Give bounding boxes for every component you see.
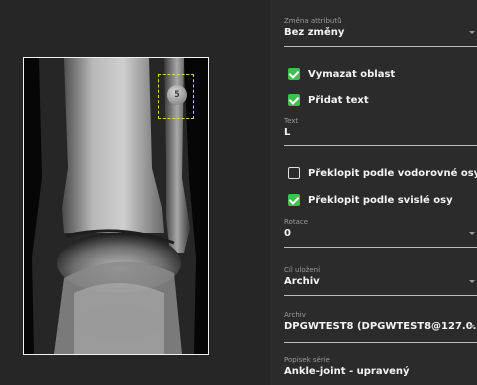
add-text-label: Přidat text: [308, 94, 369, 106]
rotation-value: 0: [284, 228, 291, 239]
xray-image-frame: 5: [23, 57, 209, 355]
rotation-label: Rotace: [284, 218, 309, 226]
flip-vertical-label: Překlopit podle svislé osy: [308, 194, 453, 206]
flip-horizontal-checkbox-row[interactable]: Překlopit podle vodorovné osy: [288, 166, 477, 180]
series-description-field[interactable]: Popisek série Ankle-joint - upravený: [284, 356, 477, 385]
image-viewer[interactable]: 5: [0, 0, 270, 385]
erase-area-label: Vymazat oblast: [308, 68, 396, 80]
text-input-value[interactable]: L: [284, 126, 477, 140]
chevron-down-icon: [469, 280, 475, 283]
chevron-down-icon: [469, 31, 475, 34]
attribute-change-label: Změna attributů: [284, 17, 342, 25]
save-target-label: Cíl uložení: [284, 266, 321, 274]
save-target-value: Archiv: [284, 276, 320, 287]
flip-vertical-checkbox[interactable]: [288, 194, 300, 206]
series-description-value[interactable]: Ankle-joint - upravený: [284, 365, 477, 379]
save-target-select[interactable]: Cíl uložení Archiv: [284, 266, 477, 296]
series-description-label: Popisek série: [284, 356, 330, 364]
lead-marker-icon: 5: [167, 85, 187, 105]
add-text-checkbox[interactable]: [288, 94, 300, 106]
flip-horizontal-checkbox[interactable]: [288, 167, 300, 179]
chevron-down-icon: [469, 325, 475, 328]
archive-label: Archiv: [284, 311, 306, 319]
annotation-selection-box[interactable]: 5: [158, 74, 194, 119]
attribute-change-value: Bez změny: [284, 27, 345, 38]
text-input-label: Text: [284, 117, 299, 125]
erase-area-checkbox-row[interactable]: Vymazat oblast: [288, 67, 395, 81]
app-root: 5 Změna attributů Bez změny Vymazat obla…: [0, 0, 477, 385]
archive-select[interactable]: Archiv DPGWTEST8 (DPGWTEST8@127.0.0.1:5: [284, 311, 477, 343]
chevron-down-icon: [469, 232, 475, 235]
flip-horizontal-label: Překlopit podle vodorovné osy: [308, 167, 477, 179]
archive-value: DPGWTEST8 (DPGWTEST8@127.0.0.1:5: [284, 321, 477, 332]
attribute-change-select[interactable]: Změna attributů Bez změny: [284, 17, 477, 47]
xray-image[interactable]: 5: [24, 58, 208, 354]
rotation-select[interactable]: Rotace 0: [284, 218, 477, 248]
text-input-field[interactable]: Text L: [284, 117, 477, 146]
flip-vertical-checkbox-row[interactable]: Překlopit podle svislé osy: [288, 193, 453, 207]
add-text-checkbox-row[interactable]: Přidat text: [288, 93, 369, 107]
erase-area-checkbox[interactable]: [288, 68, 300, 80]
